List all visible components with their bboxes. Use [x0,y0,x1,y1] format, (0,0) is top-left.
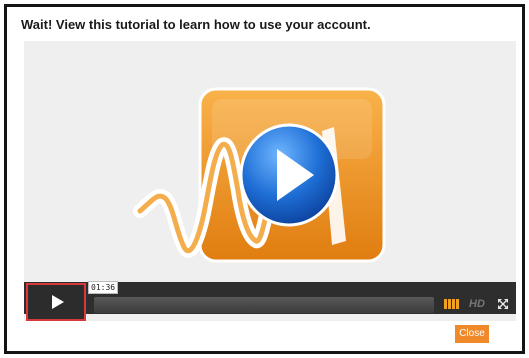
volume-icon[interactable] [444,299,462,309]
tutorial-dialog: Wait! View this tutorial to learn how to… [4,4,525,354]
video-poster[interactable] [24,41,516,321]
play-icon [51,295,64,309]
play-button[interactable] [26,283,86,321]
time-display: 01:36 [88,281,119,294]
dialog-heading: Wait! View this tutorial to learn how to… [21,17,371,32]
fullscreen-icon[interactable] [497,298,509,310]
video-player[interactable]: HD 01:36 [24,41,516,321]
big-play-icon[interactable] [239,123,339,227]
progress-bar[interactable] [94,297,434,313]
close-button[interactable]: Close [455,325,489,343]
hd-toggle[interactable]: HD [469,298,485,310]
